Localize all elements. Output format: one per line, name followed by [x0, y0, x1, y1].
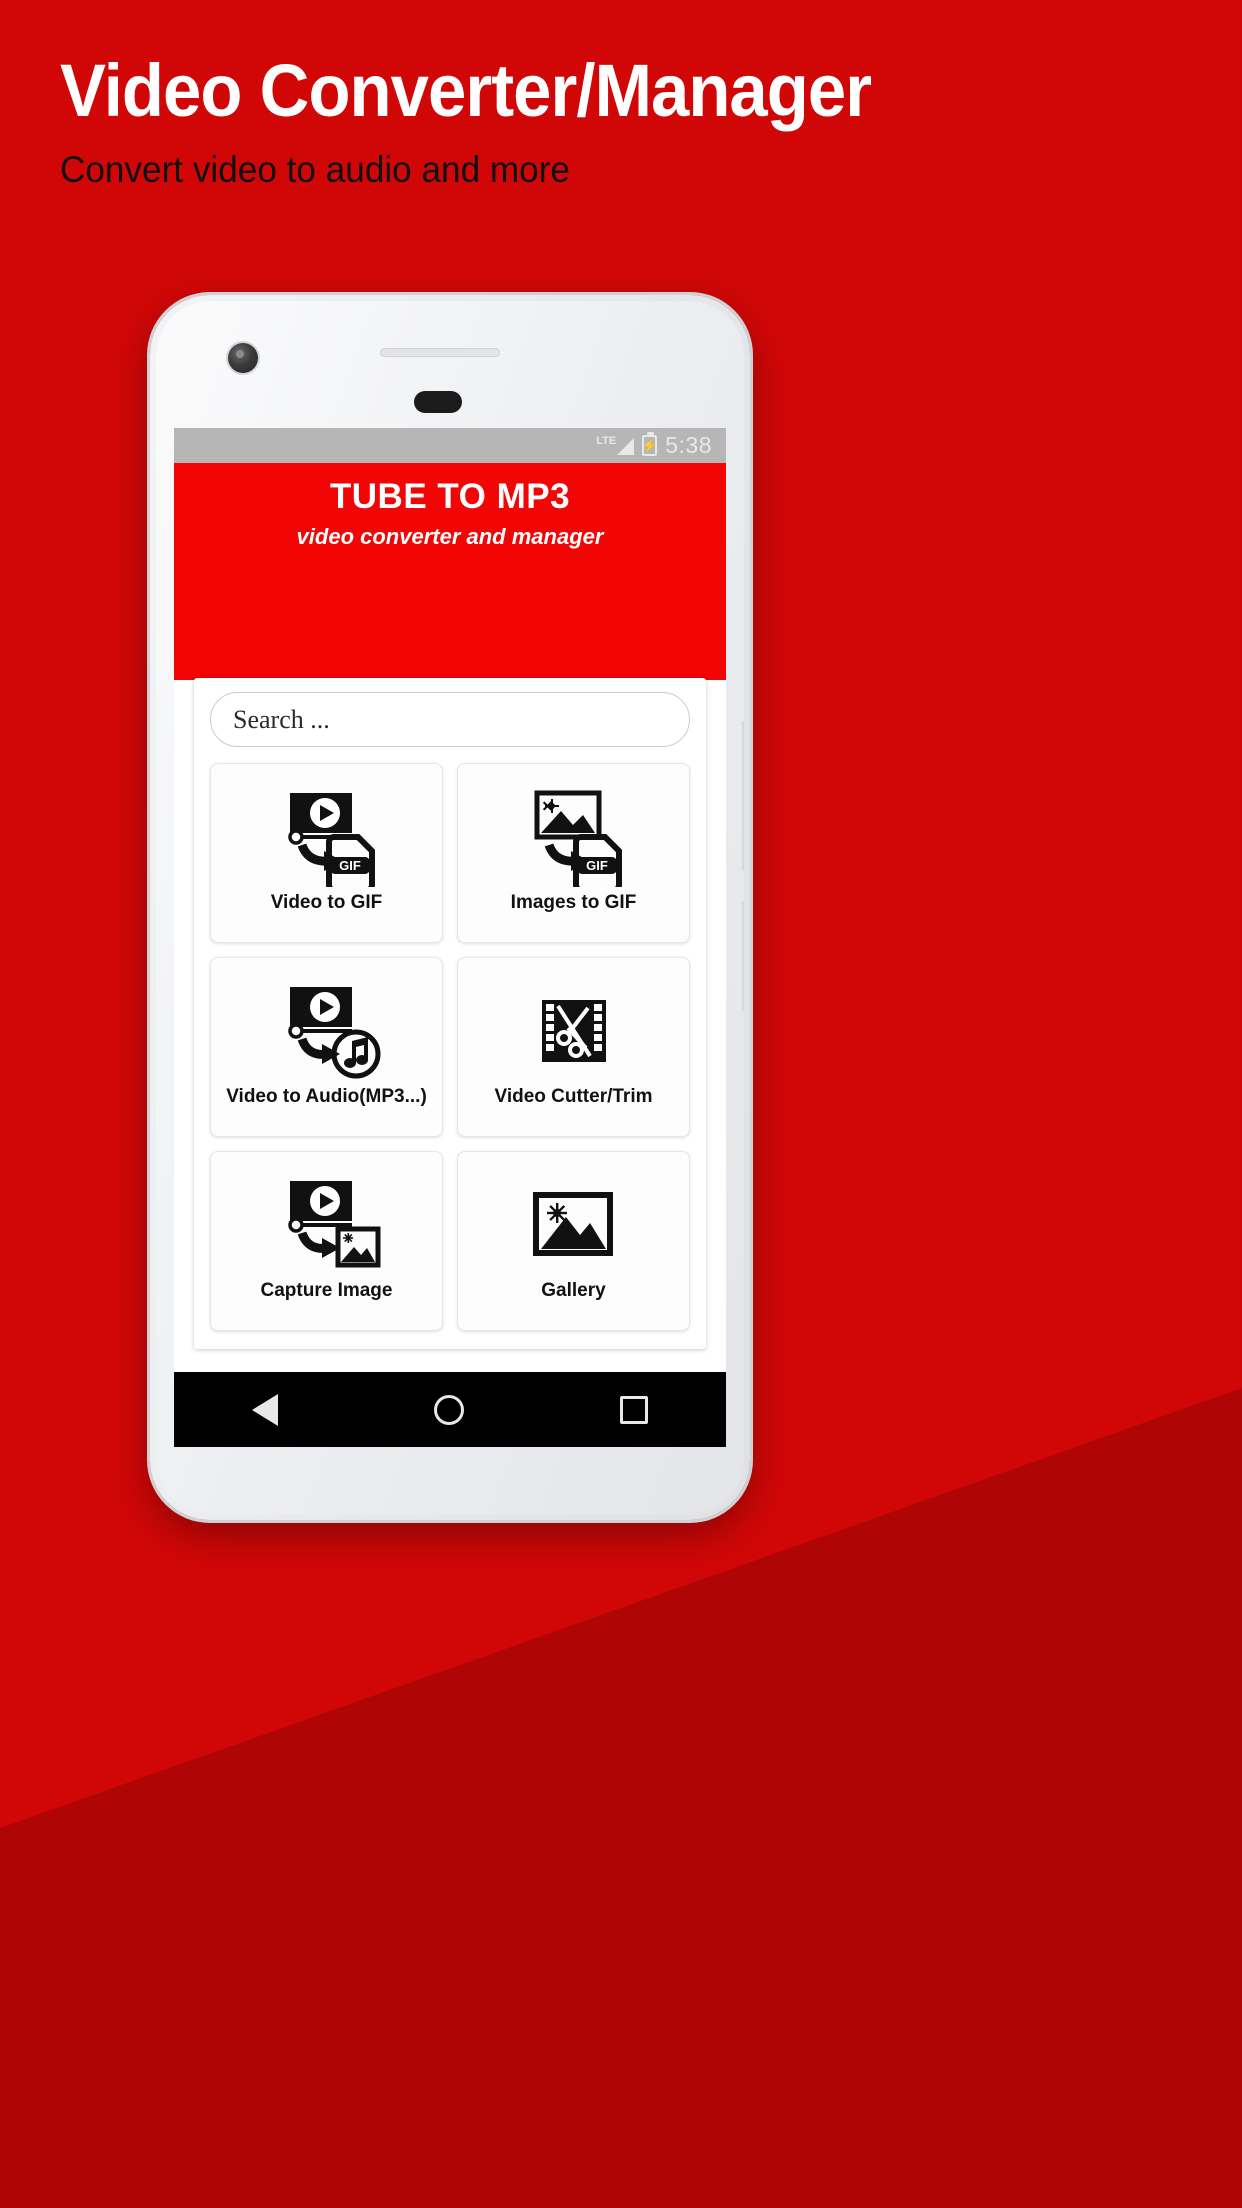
- tile-video-to-gif[interactable]: GIF Video to GIF: [210, 763, 443, 943]
- search-input[interactable]: Search ...: [210, 692, 690, 747]
- signal-bars-icon: LTE: [596, 435, 635, 455]
- video-to-image-icon: [272, 1170, 382, 1280]
- tile-video-to-audio[interactable]: Video to Audio(MP3...): [210, 957, 443, 1137]
- status-bar-clock: 5:38: [665, 432, 712, 458]
- phone-mockup: LTE ⚡ 5:38 TUBE TO MP3 video converter a…: [150, 295, 750, 1520]
- tile-label: Gallery: [541, 1280, 606, 1301]
- front-camera-icon: [228, 343, 258, 373]
- main-card: Search ... GIF Video to GIF GIF Images t…: [194, 678, 706, 1349]
- tile-label: Video Cutter/Trim: [494, 1086, 653, 1107]
- earpiece-speaker: [380, 348, 500, 357]
- tile-row: Video to Audio(MP3...) Video Cutter/Trim: [210, 957, 690, 1137]
- circle-home-icon[interactable]: [434, 1394, 464, 1425]
- tile-images-to-gif[interactable]: GIF Images to GIF: [457, 763, 690, 943]
- tile-row: GIF Video to GIF GIF Images to GIF: [210, 763, 690, 943]
- app-title: TUBE TO MP3: [329, 477, 571, 516]
- svg-text:GIF: GIF: [586, 858, 608, 873]
- tile-video-cutter-trim[interactable]: Video Cutter/Trim: [457, 957, 690, 1137]
- android-navigation-bar: [174, 1372, 726, 1447]
- promo-text-block: Video Converter/Manager Convert video to…: [60, 50, 1180, 191]
- battery-bolt-glyph: ⚡: [641, 438, 658, 453]
- phone-volume-button: [742, 901, 744, 1011]
- tile-label: Video to Audio(MP3...): [226, 1086, 427, 1107]
- app-subtitle: video converter and manager: [296, 524, 604, 549]
- tile-gallery[interactable]: Gallery: [457, 1151, 690, 1331]
- tile-label: Video to GIF: [270, 892, 383, 913]
- square-recents-icon[interactable]: [620, 1395, 648, 1424]
- tile-row: Capture Image Gallery: [210, 1151, 690, 1331]
- promo-subtitle: Convert video to audio and more: [60, 149, 570, 191]
- phone-screen: LTE ⚡ 5:38 TUBE TO MP3 video converter a…: [174, 428, 726, 1447]
- triangle-back-icon[interactable]: [252, 1393, 278, 1426]
- status-bar: LTE ⚡ 5:38: [174, 428, 726, 463]
- tile-label: Images to GIF: [510, 892, 637, 913]
- tile-capture-image[interactable]: Capture Image: [210, 1151, 443, 1331]
- phone-power-button: [742, 721, 744, 871]
- svg-text:GIF: GIF: [339, 858, 361, 873]
- gallery-image-icon: [526, 1170, 621, 1280]
- app-header: TUBE TO MP3 video converter and manager: [174, 463, 726, 568]
- video-to-gif-icon: GIF: [272, 782, 382, 892]
- battery-charging-icon: ⚡: [641, 432, 658, 456]
- search-placeholder: Search ...: [233, 704, 330, 734]
- promo-title: Video Converter/Manager: [60, 49, 872, 132]
- video-to-audio-icon: [272, 976, 382, 1086]
- film-scissors-icon: [524, 976, 624, 1086]
- images-to-gif-icon: GIF: [519, 782, 629, 892]
- sensor-notch: [414, 391, 462, 413]
- tile-label: Capture Image: [260, 1280, 393, 1301]
- header-red-fill: [174, 568, 726, 680]
- phone-body: LTE ⚡ 5:38 TUBE TO MP3 video converter a…: [156, 301, 744, 1514]
- network-type-label: LTE: [596, 435, 617, 447]
